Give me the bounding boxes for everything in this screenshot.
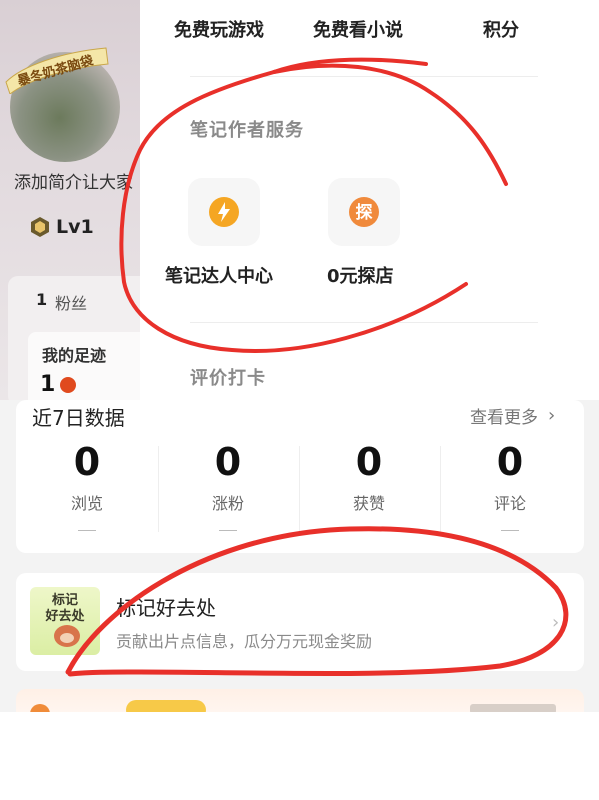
stat-label: 浏览 (70, 494, 103, 513)
view-more-link[interactable]: 查看更多 (470, 403, 538, 428)
stat-value: 0 (214, 440, 242, 484)
stat-comments[interactable]: 0 评论 (440, 440, 580, 531)
creator-center-tile[interactable] (188, 178, 260, 246)
divider (190, 322, 538, 323)
stat-label: 涨粉 (211, 494, 244, 513)
stat-delta (219, 530, 237, 531)
fans-count[interactable]: 1 (36, 290, 47, 309)
bio-text[interactable]: 添加简介让大家 (14, 168, 133, 193)
author-services-title: 笔记作者服务 (190, 120, 304, 141)
lightning-icon (209, 197, 239, 227)
bear-face-icon (60, 633, 74, 643)
review-section-title: 评价打卡 (190, 368, 266, 389)
stat-value: 0 (496, 440, 524, 484)
thumb-text-line1: 标记 (51, 593, 78, 608)
explore-shop-icon: 探 (349, 197, 379, 227)
explore-shop-label[interactable]: 0元探店 (327, 262, 394, 288)
explore-shop-icon-char: 探 (356, 202, 373, 223)
stat-delta (360, 530, 378, 531)
stat-value: 0 (355, 440, 383, 484)
level-badge-icon (31, 217, 49, 237)
level-badge-row[interactable]: Lv1 (30, 216, 94, 238)
blank-footer (0, 712, 599, 800)
mark-place-thumbnail: 标记 好去处 (30, 587, 100, 655)
recent-data-title: 近7日数据 (32, 406, 125, 430)
footprint-dot-icon (60, 377, 76, 393)
stat-label: 获赞 (352, 494, 385, 513)
stat-delta (501, 530, 519, 531)
menu-item-free-novels[interactable]: 免费看小说 (313, 16, 403, 42)
fans-label: 粉丝 (55, 294, 88, 313)
level-text: Lv1 (56, 216, 94, 238)
divider (190, 76, 538, 77)
chevron-right-icon: › (552, 612, 560, 633)
mark-place-title: 标记好去处 (116, 596, 216, 620)
menu-item-free-games[interactable]: 免费玩游戏 (174, 16, 264, 42)
stat-likes[interactable]: 0 获赞 (299, 440, 439, 531)
chevron-right-icon[interactable]: › (548, 405, 555, 426)
mark-place-card[interactable] (16, 573, 584, 671)
footprint-title: 我的足迹 (42, 346, 107, 365)
mark-place-subtitle: 贡献出片点信息，瓜分万元现金奖励 (116, 632, 373, 651)
top-collage: 暴冬奶茶脑袋 添加简介让大家 Lv1 1 粉丝 我的足迹 1 免费玩游戏 免费看… (0, 0, 599, 400)
explore-shop-tile[interactable]: 探 (328, 178, 400, 246)
menu-item-points[interactable]: 积分 (483, 16, 519, 42)
stat-views[interactable]: 0 浏览 (17, 440, 157, 531)
footprint-count: 1 (40, 372, 56, 397)
thumb-text-line2: 好去处 (45, 609, 85, 624)
stat-delta (78, 530, 96, 531)
stat-followers[interactable]: 0 涨粉 (158, 440, 298, 531)
creator-center-label[interactable]: 笔记达人中心 (165, 262, 273, 288)
stat-value: 0 (73, 440, 101, 484)
stat-label: 评论 (493, 494, 526, 513)
